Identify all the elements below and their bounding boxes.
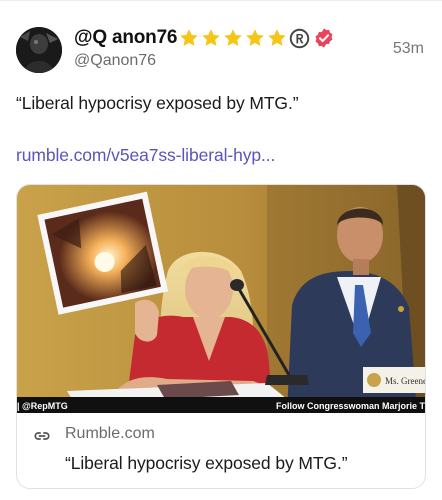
card-thumbnail-image[interactable]: Ms. Greene | @RepMTG Follow Congresswoma… [17,185,426,413]
registered-icon [290,28,310,48]
post-text: “Liberal hypocrisy exposed by MTG.” [16,93,299,113]
display-name[interactable]: @Q anon76 [74,27,178,49]
link-preview-card[interactable]: Ms. Greene | @RepMTG Follow Congresswoma… [16,184,426,489]
verified-icon [315,28,333,48]
top-divider [0,0,442,1]
caption-right: Follow Congresswoman Marjorie T [276,401,426,411]
star-rating [178,27,288,49]
display-name-row: @Q anon76 [74,26,335,50]
post-timestamp: 53m [392,40,424,57]
card-domain: Rumble.com [65,425,155,442]
link-icon [34,432,50,440]
star-icon [202,29,221,46]
user-handle[interactable]: @Qanon76 [74,52,156,70]
star-icon [268,29,287,46]
star-icon [180,29,199,46]
avatar[interactable] [16,27,62,73]
nameplate-text: Ms. Greene [385,376,426,386]
star-icon [246,29,265,46]
caption-left: | @RepMTG [17,401,68,411]
card-footer: Rumble.com “Liberal hypocrisy exposed by… [17,413,425,488]
post-link[interactable]: rumble.com/v5ea7ss-liberal-hyp... [16,145,275,166]
star-icon [224,29,243,46]
card-title[interactable]: “Liberal hypocrisy exposed by MTG.” [65,453,348,474]
